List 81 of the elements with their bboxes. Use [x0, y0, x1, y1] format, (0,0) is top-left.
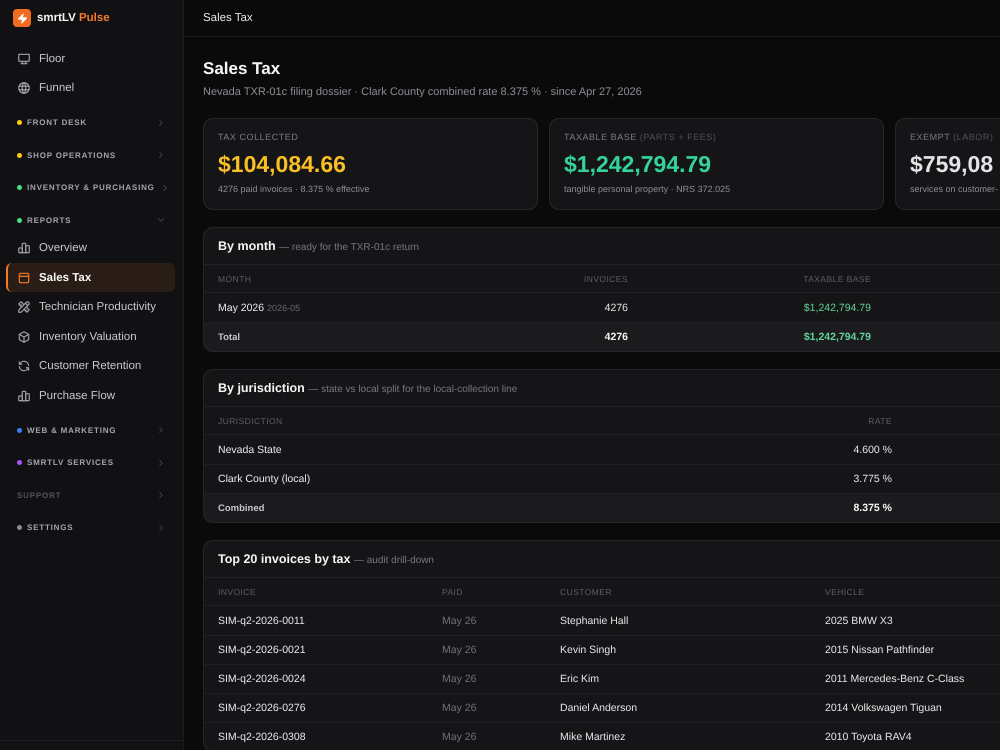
stat-note: 4276 paid invoices · 8.375 % effective: [218, 184, 370, 195]
table-cell-text: SIM-q2-2026-0276: [218, 702, 307, 714]
nav-link[interactable]: Purchase Flow: [6, 381, 175, 411]
table-cell-text: Stephanie Hall: [560, 614, 630, 626]
nav-section[interactable]: REPORTS: [0, 207, 183, 234]
panel-title: Top 20 invoices by tax — audit drill-down: [218, 552, 434, 566]
column-header: TAXABLE BASE: [802, 274, 871, 284]
table-cell-text: $1,242,794.79: [802, 302, 871, 314]
table-cell-text: 2014 Volkswagen Tiguan: [825, 702, 943, 714]
table-cell-text: 2015 Nissan Pathfinder: [825, 644, 936, 656]
bolt-icon: [13, 9, 31, 27]
table-cell-text: Kevin Singh: [560, 644, 618, 656]
table-cell-text: May 26: [442, 673, 478, 685]
column-header: JURISDICTION: [218, 416, 284, 426]
table-cell-text: Nevada State: [218, 444, 283, 456]
table-cell-text: 4.600 %: [852, 444, 892, 456]
table-cell-text: May 2026 2026-05: [218, 302, 302, 314]
nav-section[interactable]: SETTINGS: [0, 514, 183, 541]
table-cell-text: Clark County (local): [218, 473, 312, 485]
nav-link[interactable]: Funnel: [6, 74, 175, 104]
page-title: Sales Tax: [203, 59, 280, 79]
nav-section[interactable]: INVENTORY & PURCHASING: [0, 174, 183, 201]
brand-name: smrtLV Pulse: [37, 12, 110, 24]
column-header: VEHICLE: [825, 586, 866, 596]
breadcrumb-title: Sales Tax: [203, 12, 253, 24]
stat-label: TAX COLLECTED: [218, 132, 298, 143]
nav-link[interactable]: Sales Tax: [6, 262, 175, 292]
page-subtitle: Nevada TXR-01c filing dossier · Clark County combined rate 8.375 % · since Apr 27, 2026: [203, 85, 642, 99]
table-cell-text: 2025 BMW X3: [825, 614, 894, 626]
nav-link[interactable]: Technician Productivity: [6, 292, 175, 322]
table-cell-text: May 26: [442, 614, 478, 626]
monitor-icon: [17, 52, 31, 66]
stat-note: services on customer-: [910, 184, 998, 195]
table-cell-text: Combined: [218, 502, 266, 514]
table-cell-text: Total: [218, 332, 241, 342]
panel-title: By month — ready for the TXR-01c return: [218, 239, 419, 253]
table-cell-text: 4276: [604, 302, 628, 314]
table-cell-text: May 26: [442, 702, 478, 714]
table-cell-text: 2011 Mercedes-Benz C-Class: [825, 673, 966, 685]
table-cell-text: $1,242,794.79: [802, 331, 871, 343]
box-icon: [17, 330, 31, 344]
panel-title: By jurisdiction — state vs local split for the local-collection line: [218, 381, 518, 395]
column-header: INVOICES: [582, 274, 628, 284]
tools-icon: [17, 300, 31, 314]
nav-section[interactable]: SHOP OPERATIONS: [0, 142, 183, 168]
refresh-icon: [17, 359, 31, 374]
table-cell-text: Mike Martinez: [560, 731, 626, 743]
column-header: RATE: [867, 416, 892, 426]
table-cell-text: 4276: [604, 331, 628, 343]
nav-link[interactable]: Floor: [6, 44, 175, 74]
table-cell-text: SIM-q2-2026-0308: [218, 731, 307, 743]
column-header: CUSTOMER: [560, 586, 613, 596]
nav-section[interactable]: SMRTLV SERVICES: [0, 450, 183, 476]
nav-section[interactable]: WEB & MARKETING: [0, 417, 183, 444]
table-cell-text: Eric Kim: [560, 673, 600, 685]
table-cell-text: May 26: [442, 644, 478, 656]
column-header: INVOICE: [218, 586, 257, 596]
globe-icon: [17, 81, 31, 96]
table-cell-text: SIM-q2-2026-0011: [218, 614, 306, 626]
table-cell-text: SIM-q2-2026-0024: [218, 673, 307, 685]
nav-link[interactable]: Customer Retention: [6, 352, 175, 382]
table-cell-text: 2010 Toyota RAV4: [825, 731, 913, 743]
nav-link[interactable]: Overview: [6, 233, 175, 263]
window-icon: [17, 270, 31, 285]
stat-value: $759,08: [910, 150, 994, 178]
stat-value: $104,084.66: [218, 150, 346, 178]
table-cell-text: Daniel Anderson: [560, 702, 638, 714]
column-header: PAID: [442, 586, 464, 596]
nav-link[interactable]: Inventory Valuation: [6, 322, 175, 352]
table-cell-text: May 26: [442, 731, 478, 743]
stat-label: TAXABLE BASE (PARTS + FEES): [564, 132, 716, 143]
bar-chart-icon: [17, 240, 31, 255]
table-cell-text: 8.375 %: [852, 502, 892, 514]
table-cell-text: 3.775 %: [852, 473, 892, 485]
bar-chart-icon: [17, 388, 31, 403]
table-cell-text: SIM-q2-2026-0021: [218, 644, 307, 656]
nav-section[interactable]: FRONT DESK: [0, 110, 183, 136]
stat-value: $1,242,794.79: [564, 150, 712, 178]
column-header: MONTH: [218, 274, 252, 284]
stat-note: tangible personal property · NRS 372.025: [564, 184, 730, 195]
stat-label: EXEMPT (LABOR): [910, 132, 994, 143]
